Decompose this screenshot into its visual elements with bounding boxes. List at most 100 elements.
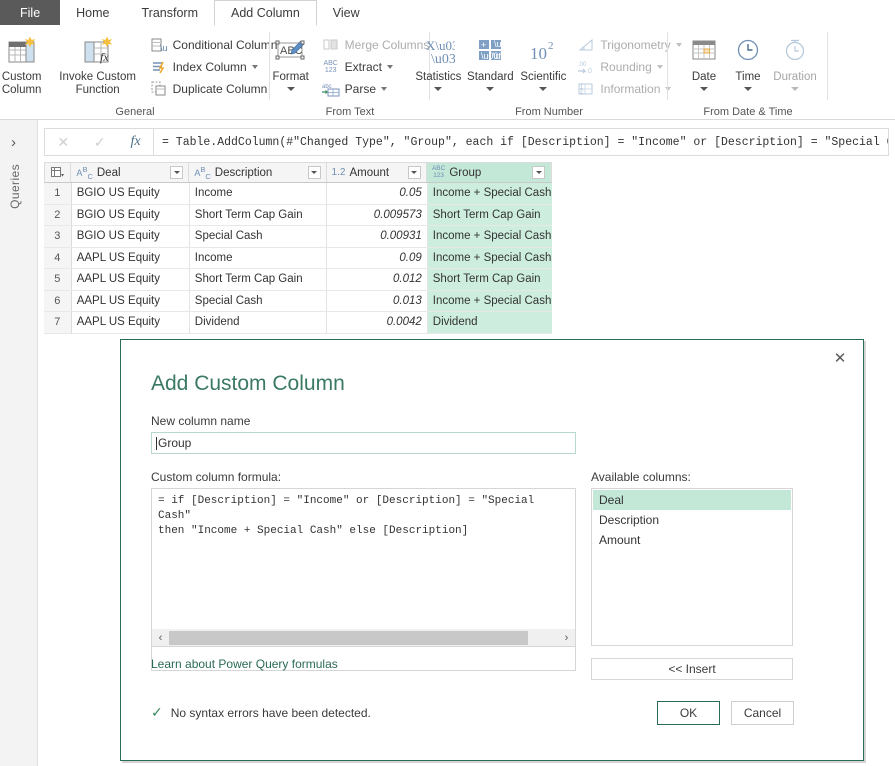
column-filter-amount-chevron-down-icon[interactable] bbox=[407, 166, 421, 179]
duration-chevron-down-icon[interactable] bbox=[791, 86, 799, 91]
time-button[interactable]: Time bbox=[726, 32, 770, 91]
statistics-chevron-down-icon[interactable] bbox=[434, 86, 443, 91]
statistics-button[interactable]: X\u0305\u03c3\u03a3 Statistics bbox=[412, 32, 464, 91]
cell-description[interactable]: Special Cash bbox=[190, 226, 328, 247]
invoke-custom-function-button[interactable]: fx Invoke Custom Function bbox=[55, 32, 141, 96]
formula-bar-input[interactable]: = Table.AddColumn(#"Changed Type", "Grou… bbox=[154, 128, 889, 156]
cell-description[interactable]: Short Term Cap Gain bbox=[190, 204, 328, 225]
index-column-chevron-down-icon[interactable] bbox=[251, 65, 258, 69]
close-icon[interactable]: ✕ bbox=[827, 347, 853, 369]
column-header-amount-label: Amount bbox=[349, 166, 390, 179]
ribbon-group-general: Custom Column fx Invoke Custom Function … bbox=[0, 26, 277, 120]
grid-body: 1 BGIO US Equity Income 0.05 Income + Sp… bbox=[44, 183, 553, 334]
scrollbar-thumb[interactable] bbox=[169, 630, 528, 645]
rounding-chevron-down-icon[interactable] bbox=[656, 65, 663, 69]
list-item[interactable]: Amount bbox=[593, 530, 791, 550]
formula-horizontal-scrollbar[interactable]: ‹ › bbox=[151, 629, 576, 647]
parse-chevron-down-icon[interactable] bbox=[381, 87, 388, 91]
cell-amount[interactable]: 0.00931 bbox=[327, 226, 428, 247]
column-filter-description-chevron-down-icon[interactable] bbox=[307, 166, 321, 179]
cell-description[interactable]: Special Cash bbox=[190, 290, 328, 311]
standard-button[interactable]: + \u2212 \u00f7 \u00d7 Standard bbox=[464, 32, 516, 91]
column-header-description[interactable]: ABC Description bbox=[189, 163, 327, 182]
format-button[interactable]: ABC Format bbox=[267, 32, 315, 91]
row-number: 2 bbox=[44, 204, 72, 225]
cell-amount[interactable]: 0.05 bbox=[327, 183, 428, 204]
cell-amount[interactable]: 0.09 bbox=[327, 247, 428, 268]
cell-amount[interactable]: 0.009573 bbox=[327, 204, 428, 225]
ok-button[interactable]: OK bbox=[657, 701, 720, 725]
list-item[interactable]: Description bbox=[593, 510, 791, 530]
expand-queries-chevron-right-icon[interactable]: › bbox=[11, 134, 16, 151]
cell-deal[interactable]: BGIO US Equity bbox=[72, 204, 190, 225]
available-columns-list[interactable]: Deal Description Amount bbox=[591, 488, 793, 646]
standard-chevron-down-icon[interactable] bbox=[486, 86, 495, 91]
cell-deal[interactable]: AAPL US Equity bbox=[72, 312, 190, 333]
group-divider bbox=[827, 32, 828, 100]
scroll-right-icon[interactable]: › bbox=[558, 630, 575, 646]
scientific-chevron-down-icon[interactable] bbox=[539, 86, 548, 91]
cell-group[interactable]: Income + Special Cash bbox=[427, 247, 553, 268]
cell-amount[interactable]: 0.0042 bbox=[327, 312, 428, 333]
cell-group[interactable]: Dividend bbox=[427, 312, 553, 333]
table-row[interactable]: 2 BGIO US Equity Short Term Cap Gain 0.0… bbox=[44, 204, 553, 226]
calendar-icon bbox=[690, 34, 718, 68]
cell-group[interactable]: Short Term Cap Gain bbox=[427, 204, 553, 225]
cell-description[interactable]: Income bbox=[190, 183, 328, 204]
table-row[interactable]: 4 AAPL US Equity Income 0.09 Income + Sp… bbox=[44, 247, 553, 269]
cell-group[interactable]: Income + Special Cash bbox=[427, 183, 553, 204]
date-button[interactable]: Date bbox=[682, 32, 726, 91]
scientific-button[interactable]: 10 2 Scientific bbox=[516, 32, 570, 91]
column-header-amount[interactable]: 1.2 Amount bbox=[327, 163, 427, 182]
cell-group[interactable]: Income + Special Cash bbox=[427, 226, 553, 247]
table-row[interactable]: 3 BGIO US Equity Special Cash 0.00931 In… bbox=[44, 226, 553, 248]
cell-deal[interactable]: AAPL US Equity bbox=[72, 290, 190, 311]
cell-deal[interactable]: AAPL US Equity bbox=[72, 269, 190, 290]
formula-cancel-icon[interactable]: ✕ bbox=[57, 134, 69, 151]
svg-text:10: 10 bbox=[530, 44, 547, 63]
new-column-name-input[interactable]: Group bbox=[151, 432, 576, 454]
column-filter-group-chevron-down-icon[interactable] bbox=[532, 166, 545, 179]
format-chevron-down-icon[interactable] bbox=[286, 86, 295, 91]
custom-column-button[interactable]: Custom Column bbox=[0, 32, 55, 96]
cell-amount[interactable]: 0.013 bbox=[327, 290, 428, 311]
table-row[interactable]: 1 BGIO US Equity Income 0.05 Income + Sp… bbox=[44, 183, 553, 205]
table-row[interactable]: 5 AAPL US Equity Short Term Cap Gain 0.0… bbox=[44, 269, 553, 291]
cell-description[interactable]: Short Term Cap Gain bbox=[190, 269, 328, 290]
table-row[interactable]: 7 AAPL US Equity Dividend 0.0042 Dividen… bbox=[44, 312, 553, 334]
svg-text:\u03a3: \u03a3 bbox=[431, 52, 455, 66]
list-item[interactable]: Deal bbox=[593, 490, 791, 510]
cancel-button[interactable]: Cancel bbox=[731, 701, 794, 725]
tab-file[interactable]: File bbox=[0, 0, 61, 26]
duration-button[interactable]: Duration bbox=[770, 32, 820, 91]
grid-select-all-button[interactable] bbox=[45, 163, 72, 182]
tab-add-column[interactable]: Add Column bbox=[214, 0, 317, 26]
queries-panel-label[interactable]: Queries bbox=[8, 164, 22, 209]
cell-group[interactable]: Short Term Cap Gain bbox=[427, 269, 553, 290]
scroll-left-icon[interactable]: ‹ bbox=[152, 630, 169, 646]
insert-button[interactable]: << Insert bbox=[591, 658, 793, 680]
formula-accept-icon[interactable]: ✓ bbox=[94, 134, 106, 151]
cell-amount[interactable]: 0.012 bbox=[327, 269, 428, 290]
tab-view[interactable]: View bbox=[317, 0, 376, 26]
time-chevron-down-icon[interactable] bbox=[744, 86, 752, 91]
table-row[interactable]: 6 AAPL US Equity Special Cash 0.013 Inco… bbox=[44, 290, 553, 312]
fx-icon[interactable]: fx bbox=[130, 134, 140, 150]
column-header-deal[interactable]: ABC Deal bbox=[71, 163, 190, 182]
cell-deal[interactable]: BGIO US Equity bbox=[72, 226, 190, 247]
learn-power-query-formulas-link[interactable]: Learn about Power Query formulas bbox=[151, 657, 338, 671]
column-header-group[interactable]: ABC 123 Group bbox=[426, 163, 551, 182]
cell-description[interactable]: Dividend bbox=[190, 312, 328, 333]
duplicate-column-label: Duplicate Column bbox=[172, 82, 268, 96]
cell-deal[interactable]: AAPL US Equity bbox=[72, 247, 190, 268]
date-chevron-down-icon[interactable] bbox=[700, 86, 708, 91]
tab-transform[interactable]: Transform bbox=[126, 0, 215, 26]
cell-group[interactable]: Income + Special Cash bbox=[427, 290, 553, 311]
tab-home[interactable]: Home bbox=[60, 0, 125, 26]
cell-description[interactable]: Income bbox=[190, 247, 328, 268]
cell-deal[interactable]: BGIO US Equity bbox=[72, 183, 190, 204]
scrollbar-track[interactable] bbox=[169, 630, 558, 646]
ribbon-group-from-number-label: From Number bbox=[515, 106, 583, 118]
column-filter-deal-chevron-down-icon[interactable] bbox=[170, 166, 184, 179]
extract-chevron-down-icon[interactable] bbox=[387, 65, 393, 69]
